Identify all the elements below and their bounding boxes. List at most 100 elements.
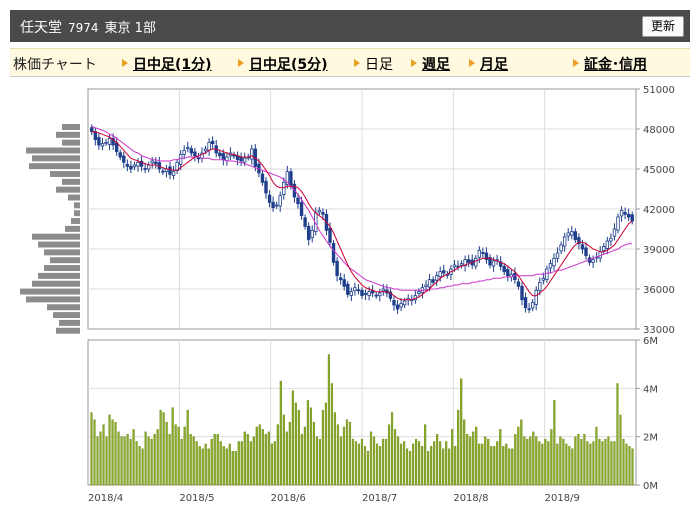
volume-tick-label: 4M bbox=[643, 384, 658, 395]
volume-bar bbox=[378, 446, 382, 486]
volume-profile-bar bbox=[59, 319, 80, 326]
candle-body bbox=[299, 202, 304, 217]
volume-bar bbox=[517, 426, 520, 486]
volume-bar bbox=[330, 383, 334, 486]
volume-profile-bar bbox=[62, 178, 80, 185]
volume-bar bbox=[393, 429, 397, 486]
volume-bar bbox=[318, 438, 322, 486]
volume-bar bbox=[171, 407, 174, 486]
volume-bar bbox=[496, 441, 499, 486]
candle-body bbox=[516, 281, 521, 287]
volume-bar bbox=[448, 448, 451, 486]
volume-profile-bar bbox=[68, 194, 80, 201]
candle-body bbox=[136, 161, 140, 167]
volume-bar bbox=[414, 438, 418, 486]
candle-body bbox=[399, 303, 403, 308]
volume-profile-bar bbox=[26, 296, 80, 303]
volume-bar bbox=[141, 448, 144, 486]
candle-body bbox=[552, 257, 556, 267]
volume-bar bbox=[204, 443, 207, 486]
candle-body bbox=[260, 173, 265, 183]
volume-bar bbox=[508, 448, 511, 486]
volume-bar bbox=[499, 429, 502, 486]
price-tick-label: 51000 bbox=[643, 85, 675, 96]
volume-bar bbox=[399, 443, 403, 486]
volume-bar bbox=[402, 441, 406, 486]
volume-bar bbox=[162, 412, 165, 486]
candle-body bbox=[100, 143, 105, 147]
candle-body bbox=[182, 149, 186, 155]
volume-bar bbox=[258, 424, 261, 486]
volume-bar bbox=[381, 438, 385, 486]
candle-body bbox=[342, 279, 346, 287]
candle-body bbox=[602, 245, 606, 251]
volume-profile-bar bbox=[44, 265, 80, 272]
volume-bar bbox=[120, 436, 123, 486]
volume-bar bbox=[102, 424, 105, 486]
volume-bar bbox=[363, 446, 367, 486]
candle-body bbox=[146, 164, 151, 170]
candle-body bbox=[207, 141, 211, 151]
candle-body bbox=[626, 213, 631, 218]
volume-bar bbox=[505, 443, 508, 486]
volume-bar bbox=[276, 424, 279, 486]
volume-bar bbox=[604, 438, 607, 486]
volume-bar bbox=[421, 446, 424, 486]
candle-body bbox=[605, 240, 610, 249]
volume-bar bbox=[321, 409, 325, 486]
volume-bar bbox=[562, 438, 565, 486]
candle-body bbox=[264, 180, 268, 194]
volume-bar bbox=[457, 409, 460, 486]
candle-body bbox=[335, 260, 339, 277]
candle-body bbox=[353, 287, 357, 291]
volume-bar bbox=[574, 436, 577, 486]
volume-bar bbox=[424, 424, 427, 486]
candle-body bbox=[129, 165, 133, 170]
volume-bar bbox=[348, 421, 352, 486]
volume-bar bbox=[249, 441, 252, 486]
volume-bar bbox=[430, 446, 433, 486]
volume-bar bbox=[99, 431, 102, 486]
volume-bar bbox=[360, 438, 364, 486]
candle-body bbox=[395, 304, 400, 310]
volume-bar bbox=[559, 436, 562, 486]
volume-bar bbox=[610, 441, 613, 486]
volume-bar bbox=[201, 448, 204, 486]
volume-bar bbox=[384, 438, 388, 486]
candle-body bbox=[118, 152, 122, 158]
price-tick-label: 42000 bbox=[643, 205, 675, 216]
volume-bar bbox=[297, 409, 300, 486]
candle-body bbox=[168, 166, 172, 175]
candle-body bbox=[424, 284, 428, 288]
volume-bar bbox=[219, 441, 222, 486]
volume-bar bbox=[418, 441, 421, 486]
volume-bar bbox=[511, 448, 514, 486]
volume-bar bbox=[571, 448, 574, 486]
volume-bar bbox=[291, 390, 294, 486]
volume-bar bbox=[475, 426, 478, 486]
candle-body bbox=[349, 291, 354, 296]
candle-body bbox=[434, 275, 439, 281]
candle-body bbox=[367, 291, 371, 296]
volume-bar bbox=[156, 429, 159, 486]
candle-body bbox=[538, 281, 542, 291]
price-tick-label: 39000 bbox=[643, 245, 675, 256]
volume-bar bbox=[366, 450, 370, 486]
volume-profile-bar bbox=[38, 272, 80, 279]
x-tick-label: 2018/4 bbox=[88, 493, 123, 504]
candle-body bbox=[97, 137, 101, 146]
volume-bar bbox=[210, 438, 213, 486]
candle-body bbox=[90, 127, 94, 133]
volume-bar bbox=[544, 438, 547, 486]
volume-bar bbox=[105, 436, 108, 486]
volume-bar bbox=[324, 402, 328, 486]
x-tick-label: 2018/7 bbox=[362, 493, 397, 504]
volume-tick-label: 2M bbox=[643, 433, 658, 444]
volume-profile-bar bbox=[62, 124, 80, 130]
candle-body bbox=[239, 157, 243, 162]
volume-bar bbox=[427, 450, 430, 486]
volume-bar bbox=[264, 434, 267, 486]
volume-bar bbox=[159, 409, 162, 486]
candle-body bbox=[278, 195, 282, 207]
volume-bar bbox=[192, 436, 195, 486]
